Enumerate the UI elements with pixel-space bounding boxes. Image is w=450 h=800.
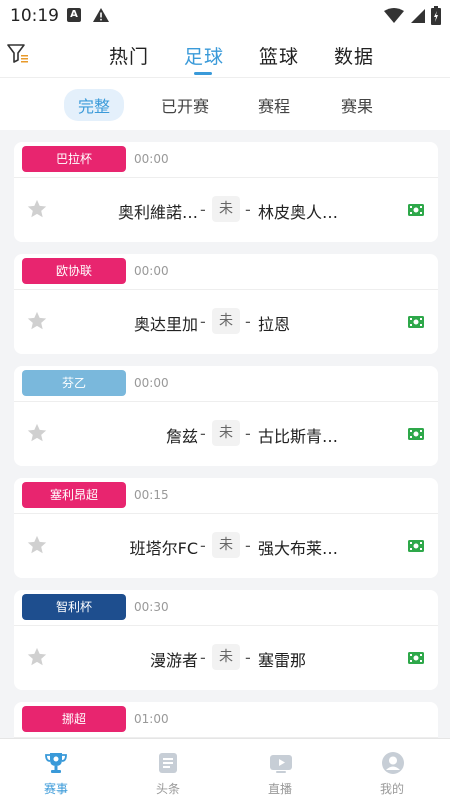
video-icon[interactable] bbox=[408, 652, 424, 664]
match-card[interactable]: 巴拉杯 00:00 奥利維諾… - 未 - 林皮奥人… bbox=[14, 142, 438, 242]
home-team: 詹兹 bbox=[165, 427, 198, 446]
subtab-results[interactable]: 赛果 bbox=[341, 93, 373, 117]
star-icon[interactable] bbox=[26, 422, 48, 444]
subtab-started[interactable]: 已开赛 bbox=[161, 93, 209, 117]
league-tag[interactable]: 芬乙 bbox=[22, 370, 126, 396]
home-team: 班塔尔FC bbox=[129, 539, 198, 558]
status-time: 10:19 bbox=[10, 6, 59, 26]
separator: - bbox=[200, 536, 206, 555]
video-icon[interactable] bbox=[408, 540, 424, 552]
sub-nav: 完整 已开赛 赛程 赛果 bbox=[0, 78, 450, 130]
status-bar: 10:19 A bbox=[0, 0, 450, 32]
away-team: 林皮奥人… bbox=[258, 203, 339, 222]
active-tab-indicator bbox=[194, 72, 212, 75]
subtab-all[interactable]: 完整 bbox=[64, 89, 125, 121]
bottom-nav-label: 直播 bbox=[267, 782, 292, 796]
match-time: 00:30 bbox=[134, 600, 169, 614]
match-time: 00:00 bbox=[134, 264, 169, 278]
match-header: 芬乙 00:00 bbox=[14, 366, 438, 402]
league-tag[interactable]: 塞利昂超 bbox=[22, 482, 126, 508]
match-header: 巴拉杯 00:00 bbox=[14, 142, 438, 178]
match-header: 欧协联 00:00 bbox=[14, 254, 438, 290]
separator: - bbox=[245, 536, 251, 555]
profile-icon bbox=[382, 752, 404, 774]
separator: - bbox=[200, 200, 206, 219]
bottom-nav-events[interactable]: 赛事 bbox=[0, 739, 112, 800]
away-team: 强大布莱… bbox=[258, 539, 339, 558]
live-icon bbox=[270, 755, 292, 773]
news-icon bbox=[159, 753, 177, 773]
tab-basketball[interactable]: 篮球 bbox=[259, 42, 299, 69]
separator: - bbox=[245, 312, 251, 331]
separator: - bbox=[200, 312, 206, 331]
league-tag[interactable]: 欧协联 bbox=[22, 258, 126, 284]
match-time: 00:00 bbox=[134, 152, 169, 166]
separator: - bbox=[245, 200, 251, 219]
video-icon[interactable] bbox=[408, 316, 424, 328]
separator: - bbox=[245, 424, 251, 443]
bottom-nav-live[interactable]: 直播 bbox=[224, 739, 336, 800]
league-tag[interactable]: 挪超 bbox=[22, 706, 126, 732]
bottom-nav-label: 头条 bbox=[155, 782, 180, 796]
match-time: 01:00 bbox=[134, 712, 169, 726]
away-team: 拉恩 bbox=[258, 315, 291, 334]
home-team: 奥达里加 bbox=[133, 315, 198, 334]
match-header: 挪超 01:00 bbox=[14, 702, 438, 738]
match-status-badge: 未 bbox=[212, 532, 240, 558]
star-icon[interactable] bbox=[26, 646, 48, 668]
league-tag[interactable]: 智利杯 bbox=[22, 594, 126, 620]
separator: - bbox=[245, 648, 251, 667]
wifi-icon bbox=[384, 8, 404, 23]
away-team: 塞雷那 bbox=[258, 651, 307, 670]
match-status-badge: 未 bbox=[212, 308, 240, 334]
tab-hot[interactable]: 热门 bbox=[109, 42, 149, 69]
bottom-nav: 赛事 头条 直播 我的 bbox=[0, 738, 450, 800]
match-card[interactable]: 智利杯 00:30 漫游者 - 未 - 塞雷那 bbox=[14, 590, 438, 690]
bottom-nav-label: 我的 bbox=[379, 782, 404, 796]
battery-icon bbox=[431, 6, 441, 25]
match-status-badge: 未 bbox=[212, 420, 240, 446]
match-card[interactable]: 塞利昂超 00:15 班塔尔FC - 未 - 强大布莱… bbox=[14, 478, 438, 578]
match-time: 00:00 bbox=[134, 376, 169, 390]
home-team: 漫游者 bbox=[149, 651, 198, 670]
match-status-badge: 未 bbox=[212, 196, 240, 222]
match-status-badge: 未 bbox=[212, 644, 240, 670]
warning-icon bbox=[93, 8, 109, 22]
separator: - bbox=[200, 648, 206, 667]
video-icon[interactable] bbox=[408, 428, 424, 440]
league-tag[interactable]: 巴拉杯 bbox=[22, 146, 126, 172]
separator: - bbox=[200, 424, 206, 443]
away-team: 古比斯青… bbox=[258, 427, 339, 446]
tab-data[interactable]: 数据 bbox=[334, 42, 374, 69]
notification-a-icon: A bbox=[67, 8, 81, 22]
star-icon[interactable] bbox=[26, 198, 48, 220]
bottom-nav-label: 赛事 bbox=[43, 782, 68, 796]
trophy-icon bbox=[45, 753, 67, 773]
match-card[interactable]: 欧协联 00:00 奥达里加 - 未 - 拉恩 bbox=[14, 254, 438, 354]
star-icon[interactable] bbox=[26, 534, 48, 556]
subtab-schedule[interactable]: 赛程 bbox=[258, 93, 290, 117]
star-icon[interactable] bbox=[26, 310, 48, 332]
signal-icon bbox=[411, 9, 425, 23]
bottom-nav-news[interactable]: 头条 bbox=[112, 739, 224, 800]
video-icon[interactable] bbox=[408, 204, 424, 216]
home-team: 奥利維諾… bbox=[117, 203, 198, 222]
tab-football[interactable]: 足球 bbox=[184, 42, 224, 69]
match-header: 塞利昂超 00:15 bbox=[14, 478, 438, 514]
filter-icon[interactable] bbox=[7, 43, 29, 65]
bottom-nav-profile[interactable]: 我的 bbox=[336, 739, 448, 800]
match-card[interactable]: 芬乙 00:00 詹兹 - 未 - 古比斯青… bbox=[14, 366, 438, 466]
match-header: 智利杯 00:30 bbox=[14, 590, 438, 626]
match-time: 00:15 bbox=[134, 488, 169, 502]
top-nav: 热门 足球 篮球 数据 bbox=[0, 32, 450, 78]
